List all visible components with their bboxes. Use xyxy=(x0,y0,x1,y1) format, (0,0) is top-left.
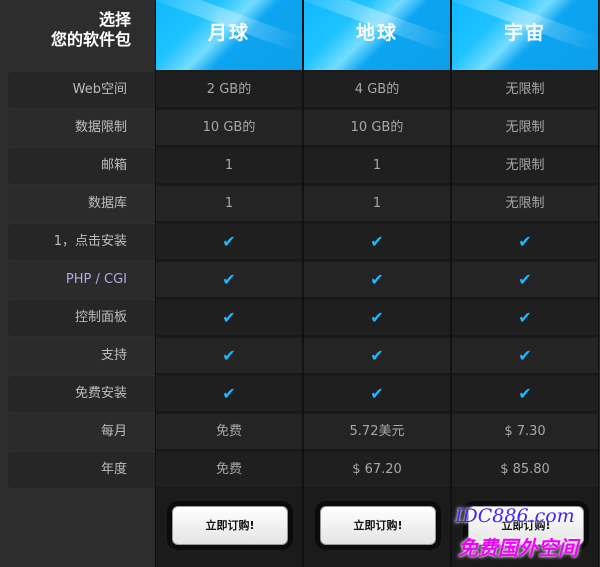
plan-column-moon: 月球 2 GB的 10 GB的 1 1 ✔ ✔ ✔ ✔ ✔ 免费 免费 立即订购… xyxy=(155,0,303,567)
plan-header-moon: 月球 xyxy=(156,0,302,70)
plan-cell-monthly: 免费 xyxy=(156,414,302,450)
check-icon: ✔ xyxy=(156,224,302,260)
plan-header-earth: 地球 xyxy=(304,0,450,70)
row-label-control-panel: 控制面板 xyxy=(8,300,155,336)
plan-cell-email: 1 xyxy=(304,148,450,184)
plan-column-earth: 地球 4 GB的 10 GB的 1 1 ✔ ✔ ✔ ✔ ✔ 5.72美元 $ 6… xyxy=(303,0,451,567)
plan-name: 地球 xyxy=(355,22,398,44)
plan-name: 宇宙 xyxy=(503,22,546,44)
feature-label-column: 选择 您的软件包 Web空间 数据限制 邮箱 数据库 1，点击安装 PHP / … xyxy=(0,0,155,567)
check-icon: ✔ xyxy=(304,376,450,412)
check-icon: ✔ xyxy=(452,338,598,374)
plan-cell-database: 无限制 xyxy=(452,186,598,222)
plan-cell-web-space: 2 GB的 xyxy=(156,72,302,108)
check-icon: ✔ xyxy=(452,376,598,412)
plan-cell-yearly: $ 85.80 xyxy=(452,452,598,488)
plan-name: 月球 xyxy=(207,22,250,44)
title-line-2: 您的软件包 xyxy=(50,30,131,49)
row-label-email: 邮箱 xyxy=(8,148,155,184)
row-label-data-limit: 数据限制 xyxy=(8,110,155,146)
row-label-web-space: Web空间 xyxy=(8,72,155,108)
pricing-table: 选择 您的软件包 Web空间 数据限制 邮箱 数据库 1，点击安装 PHP / … xyxy=(0,0,600,567)
check-icon: ✔ xyxy=(156,300,302,336)
plan-cell-data-limit: 10 GB的 xyxy=(304,110,450,146)
plan-cell-yearly: 免费 xyxy=(156,452,302,488)
plan-cell-web-space: 4 GB的 xyxy=(304,72,450,108)
row-label-support: 支持 xyxy=(8,338,155,374)
plan-cell-email: 无限制 xyxy=(452,148,598,184)
title-line-1: 选择 xyxy=(98,10,131,29)
plan-cell-data-limit: 无限制 xyxy=(452,110,598,146)
plan-cell-email: 1 xyxy=(156,148,302,184)
plan-column-universe: 宇宙 无限制 无限制 无限制 无限制 ✔ ✔ ✔ ✔ ✔ $ 7.30 $ 85… xyxy=(451,0,599,567)
table-title: 选择 您的软件包 xyxy=(8,0,155,70)
plan-header-universe: 宇宙 xyxy=(452,0,598,70)
row-label-database: 数据库 xyxy=(8,186,155,222)
row-label-php-cgi: PHP / CGI xyxy=(8,262,155,298)
plan-cell-yearly: $ 67.20 xyxy=(304,452,450,488)
check-icon: ✔ xyxy=(452,224,598,260)
plan-cell-web-space: 无限制 xyxy=(452,72,598,108)
plan-cell-monthly: 5.72美元 xyxy=(304,414,450,450)
order-now-button[interactable]: 立即订购! xyxy=(320,506,436,545)
row-label-yearly: 年度 xyxy=(8,452,155,488)
check-icon: ✔ xyxy=(304,224,450,260)
check-icon: ✔ xyxy=(452,300,598,336)
row-label-free-install: 免费安装 xyxy=(8,376,155,412)
row-label-one-click-install: 1，点击安装 xyxy=(8,224,155,260)
watermark-subtext: 免费国外空间 xyxy=(458,536,578,560)
row-label-monthly: 每月 xyxy=(8,414,155,450)
check-icon: ✔ xyxy=(304,300,450,336)
check-icon: ✔ xyxy=(156,338,302,374)
plan-cell-monthly: $ 7.30 xyxy=(452,414,598,450)
plan-cell-database: 1 xyxy=(304,186,450,222)
check-icon: ✔ xyxy=(156,262,302,298)
plan-cell-database: 1 xyxy=(156,186,302,222)
check-icon: ✔ xyxy=(452,262,598,298)
check-icon: ✔ xyxy=(304,262,450,298)
check-icon: ✔ xyxy=(304,338,450,374)
watermark-text: IDC886.com xyxy=(455,505,575,527)
check-icon: ✔ xyxy=(156,376,302,412)
plan-cell-data-limit: 10 GB的 xyxy=(156,110,302,146)
order-now-button[interactable]: 立即订购! xyxy=(172,506,288,545)
